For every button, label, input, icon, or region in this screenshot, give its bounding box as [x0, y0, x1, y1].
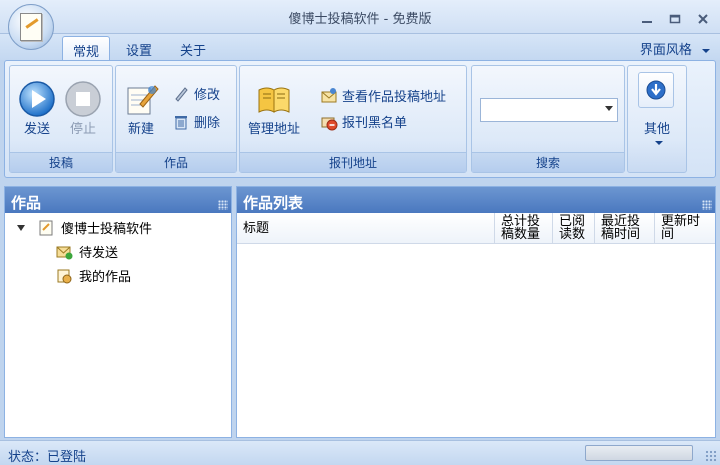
- group-search: 搜索: [471, 65, 625, 173]
- group-works-label: 作品: [116, 152, 236, 172]
- status-bar: 状态：已登陆: [0, 440, 720, 465]
- title-bar: 傻博士投稿软件 - 免费版: [0, 0, 720, 34]
- notepad-icon: [39, 220, 53, 235]
- envelope-view-icon: [321, 87, 337, 102]
- grip-icon[interactable]: [218, 200, 228, 210]
- envelope-pending-icon: [56, 246, 73, 259]
- view-address-label: 查看作品投稿地址: [342, 90, 447, 105]
- send-button[interactable]: 发送: [18, 80, 56, 137]
- chevron-down-icon: [702, 48, 710, 53]
- blacklist-button[interactable]: 报刊黑名单: [320, 112, 407, 131]
- other-label: 其他: [643, 122, 670, 137]
- pencil-icon: [175, 86, 188, 102]
- group-submit: 发送 停止 投稿: [9, 65, 113, 173]
- tree-root-label: 傻博士投稿软件: [61, 222, 153, 237]
- column-last-submission[interactable]: 最近投稿时间: [595, 213, 655, 244]
- progress-bar: [585, 445, 693, 461]
- delete-label: 删除: [194, 116, 221, 131]
- list-panel-header: 作品列表: [237, 187, 715, 213]
- works-panel: 作品 傻博士投稿软件 待发送 我的作品: [4, 186, 232, 438]
- down-arrow-circle-icon: [646, 80, 666, 100]
- tree-item-my-works-label: 我的作品: [79, 270, 132, 285]
- tree-item-pending-label: 待发送: [79, 246, 119, 261]
- edit-label: 修改: [194, 88, 221, 103]
- notepad-pen-icon: [20, 13, 42, 41]
- new-document-icon: [127, 85, 159, 115]
- group-search-label: 搜索: [472, 152, 624, 172]
- minimize-icon[interactable]: [640, 12, 654, 26]
- list-panel-title: 作品列表: [243, 194, 304, 212]
- view-address-button[interactable]: 查看作品投稿地址: [320, 86, 446, 105]
- column-updated-time[interactable]: 更新时间: [655, 213, 715, 244]
- send-label: 发送: [23, 122, 50, 137]
- works-panel-title: 作品: [11, 194, 42, 212]
- delete-button[interactable]: 删除: [172, 112, 220, 131]
- column-read-count[interactable]: 已阅读数: [553, 213, 595, 244]
- tree-item-my-works[interactable]: 我的作品: [55, 266, 131, 285]
- group-works: 新建 修改 删除 作品: [115, 65, 237, 173]
- maximize-icon[interactable]: [668, 12, 682, 26]
- expand-triangle-icon[interactable]: [17, 225, 25, 231]
- tree-root-item[interactable]: 傻博士投稿软件: [37, 218, 152, 237]
- status-text: 状态：已登陆: [8, 450, 87, 465]
- tab-general[interactable]: 常规: [62, 36, 111, 60]
- edit-button[interactable]: 修改: [172, 84, 220, 103]
- tab-about[interactable]: 关于: [170, 36, 216, 60]
- skin-menu-label: 界面风格: [639, 43, 692, 58]
- ribbon-tab-row: 常规 设置 关于 界面风格: [0, 34, 720, 60]
- window-controls: [640, 12, 710, 26]
- address-book-icon: [258, 87, 290, 113]
- app-orb-button[interactable]: [8, 4, 54, 50]
- new-button[interactable]: 新建: [122, 80, 160, 137]
- skin-menu[interactable]: 界面风格: [640, 39, 710, 58]
- stop-icon: [65, 81, 101, 117]
- ribbon: 发送 停止 投稿 新建 修改 删除 作品 管理地址 查看作品投稿地址 报刊黑名单…: [4, 60, 716, 178]
- trash-icon: [175, 115, 187, 129]
- chevron-down-icon: [605, 106, 613, 111]
- blacklist-label: 报刊黑名单: [342, 116, 408, 131]
- my-works-icon: [57, 269, 72, 283]
- search-combobox[interactable]: [480, 98, 618, 122]
- tree-item-pending[interactable]: 待发送: [55, 242, 118, 261]
- window-title: 傻博士投稿软件 - 免费版: [288, 12, 432, 27]
- play-icon: [19, 81, 55, 117]
- other-button-box: [638, 72, 674, 108]
- blacklist-icon: [321, 117, 338, 130]
- tab-settings[interactable]: 设置: [116, 36, 162, 60]
- list-panel: 作品列表 标题 总计投稿数量 已阅读数 最近投稿时间 更新时间: [236, 186, 716, 438]
- new-label: 新建: [127, 122, 154, 137]
- works-panel-header: 作品: [5, 187, 231, 213]
- manage-address-button[interactable]: 管理地址: [248, 80, 300, 137]
- grip-icon[interactable]: [702, 200, 712, 210]
- resize-grip-icon[interactable]: [705, 450, 717, 462]
- manage-address-label: 管理地址: [248, 122, 301, 137]
- group-address-label: 报刊地址: [240, 152, 466, 172]
- stop-label: 停止: [69, 122, 96, 137]
- other-menu-button[interactable]: 其他: [627, 65, 687, 173]
- chevron-down-icon: [655, 141, 663, 145]
- group-submit-label: 投稿: [10, 152, 112, 172]
- stop-button[interactable]: 停止: [64, 80, 102, 137]
- column-total-submissions[interactable]: 总计投稿数量: [495, 213, 553, 244]
- column-title[interactable]: 标题: [237, 213, 495, 244]
- close-icon[interactable]: [696, 12, 710, 26]
- group-address: 管理地址 查看作品投稿地址 报刊黑名单 报刊地址: [239, 65, 467, 173]
- list-column-header: 标题 总计投稿数量 已阅读数 最近投稿时间 更新时间: [237, 213, 715, 244]
